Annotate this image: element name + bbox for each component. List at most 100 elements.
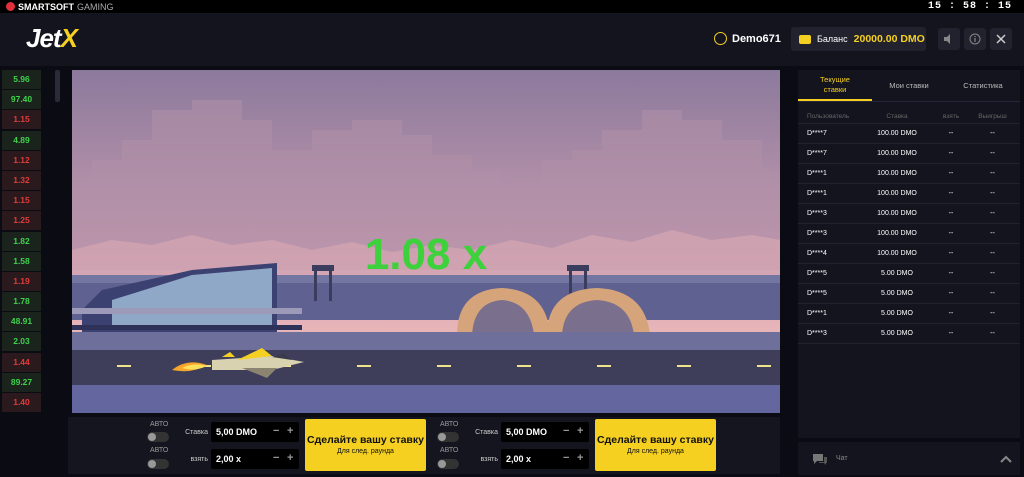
- history-item: 97.40: [2, 90, 41, 110]
- col-win: Выигрыш: [978, 112, 1007, 120]
- place-bet-sub-1: Для след. раунда: [337, 448, 394, 455]
- tab-current-bets[interactable]: Текущие ставки: [798, 70, 872, 101]
- row-user: D****1: [807, 310, 827, 317]
- current-multiplier: 1.08 x: [364, 230, 488, 279]
- auto-cashout-toggle-1[interactable]: [147, 459, 169, 469]
- row-take: --: [948, 190, 954, 197]
- history-item: 1.82: [2, 231, 41, 251]
- bet-controls: АВТО АВТО Ставка 5,00 DMO − + взять 2,00…: [68, 417, 780, 474]
- brand-suffix: GAMING: [77, 1, 114, 12]
- take-plus-button-1[interactable]: +: [287, 452, 293, 464]
- place-bet-button-2[interactable]: Сделайте вашу ставку Для след. раунда: [595, 419, 716, 471]
- history-item: 4.89: [2, 130, 41, 150]
- auto-bet-toggle-2[interactable]: [437, 432, 459, 442]
- sound-button[interactable]: [938, 28, 960, 50]
- history-item: 1.32: [2, 170, 41, 190]
- info-button[interactable]: [964, 28, 986, 50]
- col-user: Пользователь: [807, 112, 850, 120]
- row-user: D****4: [807, 250, 827, 257]
- bets-tabs: Текущие ставки Мои ставки Статистика: [798, 70, 1020, 102]
- place-bet-label-2: Сделайте вашу ставку: [597, 434, 714, 446]
- tab-my-bets[interactable]: Мои ставки: [872, 70, 946, 101]
- take-plus-button-2[interactable]: +: [577, 452, 583, 464]
- auto-cashout-toggle-2[interactable]: [437, 459, 459, 469]
- close-icon: [996, 34, 1006, 44]
- history-item: 1.44: [2, 352, 41, 372]
- table-row: D****4 100.00 DMO -- --: [798, 244, 1020, 264]
- row-take: --: [948, 130, 954, 137]
- close-button[interactable]: [990, 28, 1012, 50]
- table-row: D****3 100.00 DMO -- --: [798, 224, 1020, 244]
- auto-cashout-label-1: АВТО: [150, 447, 169, 454]
- chevron-up-icon[interactable]: [1000, 455, 1012, 463]
- row-user: D****7: [807, 130, 827, 137]
- multiplier-history: 5.96 97.40 1.15 4.89 1.12 1.32 1.15 1.25 1.82 1.5…: [2, 70, 41, 477]
- row-win: --: [990, 310, 995, 317]
- bets-table-body: D****7 100.00 DMO -- -- D****7 100.00 DMO -- --…: [798, 124, 1020, 344]
- history-scrollbar[interactable]: [55, 70, 60, 102]
- table-row: D****1 5.00 DMO -- --: [798, 304, 1020, 324]
- history-item: 1.19: [2, 271, 41, 291]
- row-win: --: [990, 150, 995, 157]
- system-topbar: SMARTSOFT GAMING 15 : 58 : 15: [0, 0, 1024, 13]
- row-stake: 5.00 DMO: [881, 270, 913, 277]
- stake-minus-button-2[interactable]: −: [563, 425, 569, 437]
- row-user: D****3: [807, 230, 827, 237]
- wallet-icon: [799, 34, 811, 44]
- take-input-1[interactable]: 2,00 x: [211, 449, 299, 469]
- tab-current-bets-label: Текущие ставки: [820, 74, 850, 94]
- row-take: --: [948, 310, 954, 317]
- auto-bet-label-2: АВТО: [440, 421, 459, 428]
- row-stake: 100.00 DMO: [877, 250, 917, 257]
- auto-bet-toggle-1[interactable]: [147, 432, 169, 442]
- history-item: 1.58: [2, 251, 41, 271]
- bet-panel-2: АВТО АВТО Ставка 5,00 DMO − + взять 2,00…: [434, 419, 716, 471]
- row-stake: 5.00 DMO: [881, 290, 913, 297]
- auto-cashout-label-2: АВТО: [440, 447, 459, 454]
- stake-input-2[interactable]: 5,00 DMO: [501, 422, 589, 442]
- row-take: --: [948, 290, 954, 297]
- row-take: --: [948, 150, 954, 157]
- chat-bar[interactable]: Чат: [798, 442, 1020, 475]
- row-win: --: [990, 290, 995, 297]
- row-user: D****3: [807, 330, 827, 337]
- history-item: 89.27: [2, 372, 41, 392]
- row-take: --: [948, 270, 954, 277]
- clock: 15 : 58 : 15: [927, 1, 1012, 12]
- row-user: D****1: [807, 170, 827, 177]
- stake-plus-button-2[interactable]: +: [577, 425, 583, 437]
- history-item: 48.91: [2, 312, 41, 332]
- stake-label-2: Ставка: [475, 429, 498, 436]
- speaker-icon: [944, 34, 950, 44]
- table-row: D****7 100.00 DMO -- --: [798, 144, 1020, 164]
- table-row: D****5 5.00 DMO -- --: [798, 284, 1020, 304]
- stake-plus-button-1[interactable]: +: [287, 425, 293, 437]
- user-info[interactable]: Demo671: [714, 32, 781, 45]
- col-take: взять: [942, 112, 960, 120]
- jetx-logo: JetX: [26, 23, 78, 54]
- row-user: D****3: [807, 210, 827, 217]
- table-row: D****1 100.00 DMO -- --: [798, 184, 1020, 204]
- take-input-2[interactable]: 2,00 x: [501, 449, 589, 469]
- stake-minus-button-1[interactable]: −: [273, 425, 279, 437]
- brand-name: SMARTSOFT: [18, 1, 74, 12]
- take-minus-button-2[interactable]: −: [563, 452, 569, 464]
- row-stake: 100.00 DMO: [877, 170, 917, 177]
- logo-main: Jet: [26, 23, 62, 53]
- row-win: --: [990, 250, 995, 257]
- table-row: D****7 100.00 DMO -- --: [798, 124, 1020, 144]
- balance-value: 20000.00 DMO: [853, 33, 925, 45]
- tab-statistics[interactable]: Статистика: [946, 70, 1020, 101]
- take-label-2: взять: [480, 456, 499, 463]
- take-label-1: взять: [190, 456, 209, 463]
- stake-input-1[interactable]: 5,00 DMO: [211, 422, 299, 442]
- history-item: 1.40: [2, 393, 41, 412]
- take-minus-button-1[interactable]: −: [273, 452, 279, 464]
- place-bet-button-1[interactable]: Сделайте вашу ставку Для след. раунда: [305, 419, 426, 471]
- history-item: 1.12: [2, 150, 41, 170]
- row-take: --: [948, 250, 954, 257]
- row-win: --: [990, 130, 995, 137]
- history-item: 5.96: [2, 70, 41, 89]
- chat-icon: [813, 453, 827, 465]
- bet-panel-1: АВТО АВТО Ставка 5,00 DMO − + взять 2,00…: [144, 419, 426, 471]
